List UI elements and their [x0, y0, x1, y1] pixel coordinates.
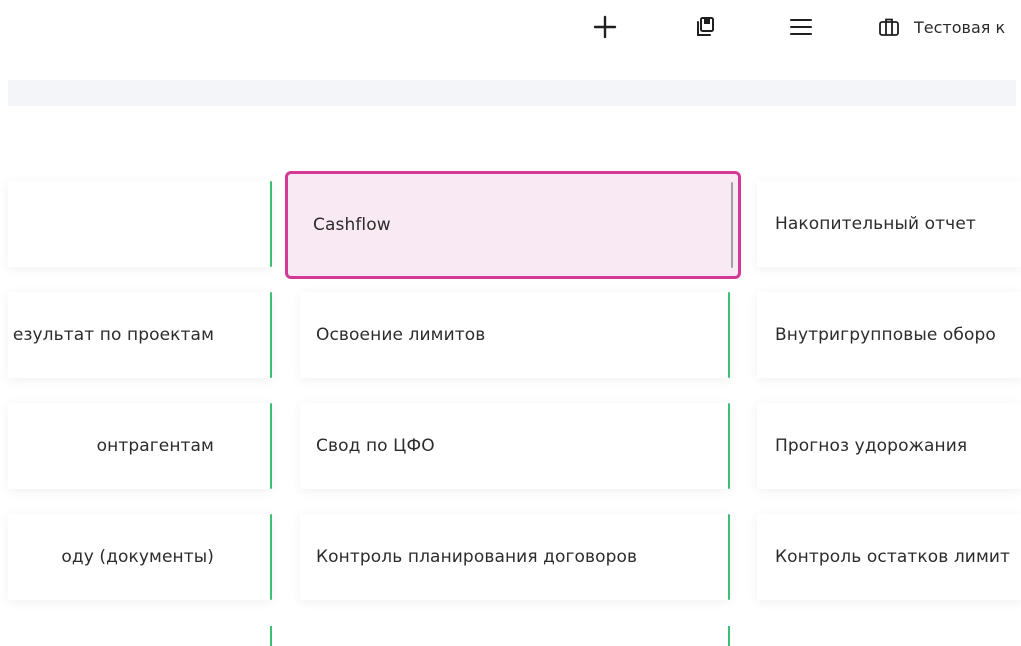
card-edge-divider [728, 626, 730, 646]
report-label: Внутригрупповые оборо [775, 325, 996, 345]
report-label: оду (документы) [61, 547, 214, 567]
report-card[interactable] [8, 181, 272, 267]
menu-button[interactable] [784, 10, 818, 44]
toolbar-strip [8, 80, 1016, 106]
menu-icon [790, 19, 812, 35]
report-card[interactable]: онтрагентам [8, 403, 272, 489]
company-selector[interactable]: Тестовая к [878, 10, 1005, 44]
report-label: Прогноз удорожания [775, 436, 968, 456]
company-name: Тестовая к [914, 17, 1006, 37]
report-label: езультат по проектам [12, 325, 214, 345]
report-card[interactable]: Контроль остатков лимит [757, 514, 1021, 600]
report-label: Свод по ЦФО [316, 436, 435, 456]
report-label: Контроль остатков лимит [775, 547, 1011, 567]
report-label: Накопительный отчет [775, 214, 976, 234]
app-root: Тестовая к Cashflow Накопительный отчет … [0, 0, 1021, 646]
report-card[interactable]: Прогноз удорожания [757, 403, 1021, 489]
report-card[interactable]: Контроль планирования договоров [300, 514, 730, 600]
add-button[interactable] [588, 10, 622, 44]
top-header: Тестовая к [0, 0, 1021, 56]
report-card[interactable]: Свод по ЦФО [300, 403, 730, 489]
copy-icon [697, 17, 714, 36]
report-label: онтрагентам [96, 436, 214, 456]
plus-icon [593, 15, 617, 39]
report-label: Освоение лимитов [316, 325, 486, 345]
report-card-cashflow[interactable]: Cashflow [285, 171, 741, 279]
report-card[interactable]: Освоение лимитов [300, 292, 730, 378]
report-card[interactable]: езультат по проектам [8, 292, 272, 378]
copy-button[interactable] [688, 10, 722, 44]
report-card[interactable]: Накопительный отчет [757, 181, 1021, 267]
card-edge-divider [270, 626, 272, 646]
report-label: Контроль планирования договоров [316, 547, 638, 567]
report-card[interactable]: оду (документы) [8, 514, 272, 600]
briefcase-icon [879, 18, 899, 36]
report-card[interactable]: Внутригрупповые оборо [757, 292, 1021, 378]
report-label: Cashflow [313, 215, 391, 235]
